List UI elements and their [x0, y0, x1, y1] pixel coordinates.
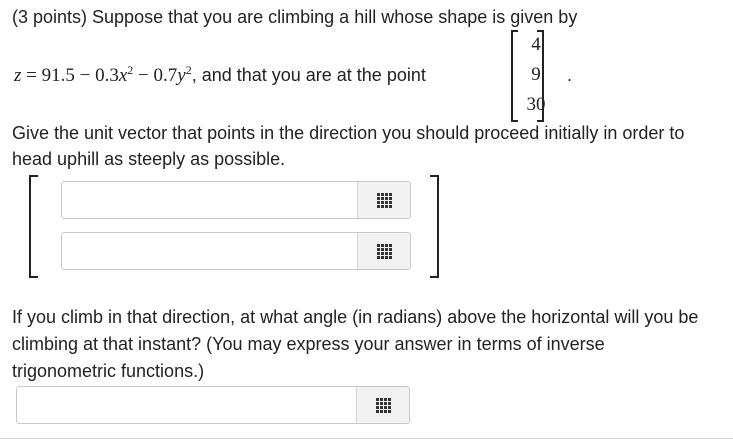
eq-part-1: = 91.5 − 0.3 — [21, 65, 119, 86]
problem-intro: (3 points) Suppose that you are climbing… — [12, 7, 578, 27]
var-y: y — [177, 65, 186, 86]
point-y: 9 — [531, 64, 541, 85]
keypad-button-1[interactable] — [357, 182, 410, 218]
eq-part-2: − 0.7 — [133, 65, 178, 86]
answer-bracket-left — [29, 175, 38, 278]
point-x: 4 — [531, 34, 541, 55]
keypad-button-2[interactable] — [357, 233, 410, 269]
prompt-line-2: head uphill as steeply as possible. — [12, 149, 286, 169]
equation-line: z = 91.5 − 0.3x2 − 0.7y2, and that you a… — [14, 64, 426, 87]
point-period: . — [567, 65, 573, 85]
followup-line-2: climbing at that instant? (You may expre… — [12, 334, 605, 354]
point-bracket-right — [537, 30, 544, 122]
vector-component-1-box — [61, 181, 411, 219]
vector-component-1-input[interactable] — [62, 182, 358, 218]
problem-panel: (3 points) Suppose that you are climbing… — [0, 0, 733, 439]
vector-component-2-box — [61, 232, 411, 270]
hill-equation: z = 91.5 − 0.3x2 − 0.7y2 — [14, 64, 192, 86]
keypad-button-3[interactable] — [356, 387, 409, 423]
grid-keypad-icon — [376, 243, 392, 259]
followup-line-3: trigonometric functions.) — [12, 361, 205, 381]
vector-component-2-input[interactable] — [62, 233, 358, 269]
point-z: 30 — [526, 94, 546, 115]
point-text: , and that you are at the point — [191, 65, 426, 85]
angle-answer-box — [16, 386, 410, 424]
answer-bracket-right — [430, 175, 439, 278]
followup-line-1: If you climb in that direction, at what … — [12, 307, 699, 327]
angle-answer-input[interactable] — [17, 387, 357, 423]
grid-keypad-icon — [376, 192, 392, 208]
grid-keypad-icon — [375, 397, 391, 413]
prompt-line-1: Give the unit vector that points in the … — [12, 123, 685, 143]
